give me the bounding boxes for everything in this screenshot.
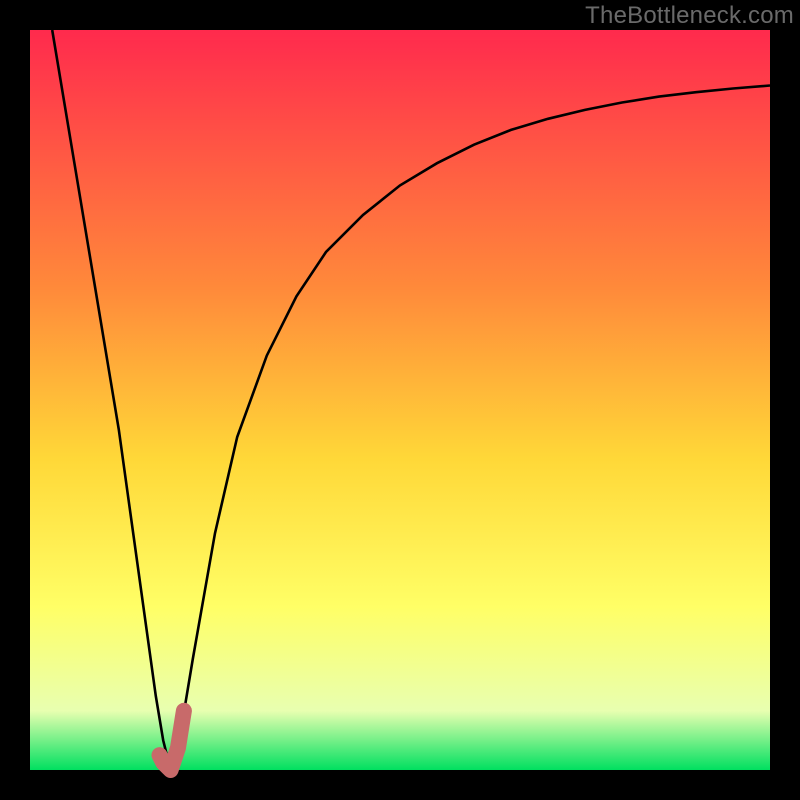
watermark-text: TheBottleneck.com <box>585 2 794 30</box>
plot-area <box>30 30 770 770</box>
bottleneck-curve <box>52 30 770 770</box>
curve-layer <box>30 30 770 770</box>
chart-frame: TheBottleneck.com <box>0 0 800 800</box>
